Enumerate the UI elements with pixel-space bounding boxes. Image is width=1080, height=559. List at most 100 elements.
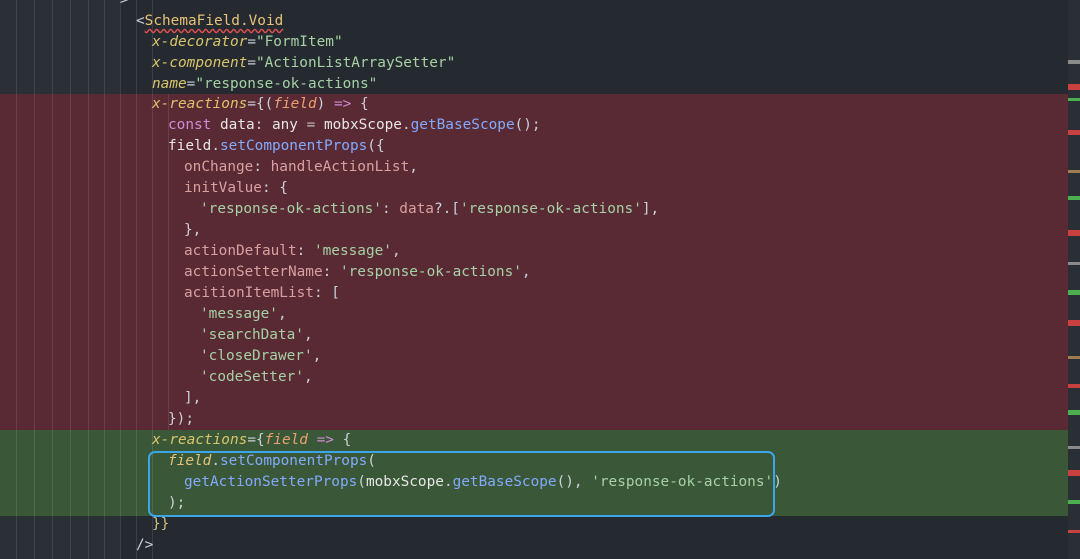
- code-token: :: [254, 117, 272, 133]
- code-token: ],: [641, 201, 660, 217]
- code-line: }}: [152, 514, 169, 535]
- code-token: setComponentProps: [220, 138, 368, 154]
- scroll-marker: [1068, 446, 1080, 449]
- code-token: onChange: [184, 159, 254, 175]
- code-token: },: [184, 222, 202, 238]
- code-token: />: [136, 537, 154, 553]
- code-line: x-reactions={(field) => {: [152, 94, 369, 115]
- code-token: data: [211, 117, 255, 133]
- scroll-marker: [1068, 262, 1080, 265]
- scroll-marker: [1068, 170, 1080, 173]
- scroll-marker: [1068, 98, 1080, 101]
- code-token: ,: [277, 306, 287, 322]
- code-token: ();: [514, 117, 541, 133]
- scroll-marker: [1068, 410, 1080, 415]
- code-line: <SchemaField.Void: [136, 11, 283, 32]
- code-token: field: [264, 432, 308, 448]
- code-token: =: [297, 117, 324, 133]
- indent-guide: [52, 0, 53, 559]
- code-line: ],: [184, 388, 201, 409]
- scroll-marker: [1068, 320, 1080, 326]
- code-token: handleActionList: [270, 159, 410, 175]
- code-token: ={: [247, 432, 265, 448]
- code-token: :: [322, 264, 340, 280]
- code-line: name="response-ok-actions": [152, 74, 377, 95]
- scroll-marker: [1068, 130, 1080, 135]
- code-token: 'codeSetter': [200, 369, 304, 385]
- code-token: 'response-ok-actions': [339, 264, 522, 280]
- code-line: 'response-ok-actions': data?.['response-…: [200, 199, 659, 220]
- code-token: x-reactions: [152, 96, 248, 112]
- code-token: actionDefault: [184, 243, 297, 259]
- code-token: .: [211, 138, 220, 154]
- code-line: },: [184, 220, 201, 241]
- code-token: <: [136, 13, 145, 29]
- code-line: >: [120, 0, 129, 11]
- code-token: ({: [367, 138, 385, 154]
- code-token: 'closeDrawer': [200, 348, 313, 364]
- code-token: name: [152, 76, 187, 92]
- scroll-marker: [1068, 530, 1080, 533]
- code-token: SchemaField.Void: [144, 13, 284, 29]
- code-token: :: [296, 243, 314, 259]
- scroll-marker: [1068, 500, 1080, 504]
- code-token: data: [399, 201, 434, 217]
- code-token: 'searchData': [200, 327, 304, 343]
- indent-guide: [136, 0, 137, 559]
- code-token: x-decorator: [152, 34, 248, 50]
- code-line: const data: any = mobxScope.getBaseScope…: [168, 115, 541, 136]
- code-token: x-component: [152, 55, 248, 71]
- code-line: initValue: {: [184, 178, 288, 199]
- code-line: x-component="ActionListArraySetter": [152, 53, 455, 74]
- code-token: ,: [391, 243, 401, 259]
- scroll-marker: [1068, 230, 1080, 236]
- code-token: actionSetterName: [184, 264, 323, 280]
- code-token: field: [168, 138, 212, 154]
- code-token: =: [247, 55, 256, 71]
- code-token: "FormItem": [255, 34, 343, 50]
- code-token: =: [247, 34, 256, 50]
- code-token: ): [316, 96, 334, 112]
- code-token: : [: [313, 285, 340, 301]
- scroll-marker: [1068, 470, 1080, 476]
- code-token: ,: [409, 159, 418, 175]
- code-token: ,: [521, 264, 531, 280]
- scroll-marker: [1068, 290, 1080, 295]
- code-line: 'codeSetter',: [200, 367, 313, 388]
- code-token: :: [381, 201, 400, 217]
- code-line: actionSetterName: 'response-ok-actions',: [184, 262, 531, 283]
- code-token: "ActionListArraySetter": [255, 55, 456, 71]
- code-token: initValue: [184, 180, 262, 196]
- code-line: />: [136, 535, 153, 556]
- code-token: =>: [316, 432, 334, 448]
- scroll-marker: [1068, 356, 1080, 359]
- code-token: field: [273, 96, 317, 112]
- code-line: 'message',: [200, 304, 287, 325]
- code-token: x-reactions: [152, 432, 248, 448]
- code-editor[interactable]: > <SchemaField.Void x-decorator="FormItem"…: [0, 0, 1068, 559]
- code-token: 'message': [313, 243, 392, 259]
- code-line: x-reactions={field => {: [152, 430, 351, 451]
- code-token: mobxScope: [323, 117, 402, 133]
- code-line: field.setComponentProps({: [168, 136, 385, 157]
- scroll-marker: [1068, 84, 1080, 90]
- selection-highlight-box: [148, 451, 775, 517]
- code-line: 'searchData',: [200, 325, 313, 346]
- code-token: >: [120, 0, 129, 8]
- code-token: ,: [312, 348, 322, 364]
- indent-guide: [34, 0, 35, 559]
- code-token: ,: [303, 369, 313, 385]
- indent-guide: [120, 0, 121, 559]
- code-token: const: [168, 117, 212, 133]
- diff-removed-block: [0, 94, 1068, 430]
- scroll-marker: [1068, 60, 1080, 64]
- indent-guide: [88, 0, 89, 559]
- code-line: 'closeDrawer',: [200, 346, 321, 367]
- indent-guide: [70, 0, 71, 559]
- code-token: any: [271, 117, 298, 133]
- editor-scrollbar-overview[interactable]: [1068, 0, 1080, 559]
- code-token: {: [333, 432, 352, 448]
- indent-guide: [16, 0, 17, 559]
- code-token: ={(: [247, 96, 274, 112]
